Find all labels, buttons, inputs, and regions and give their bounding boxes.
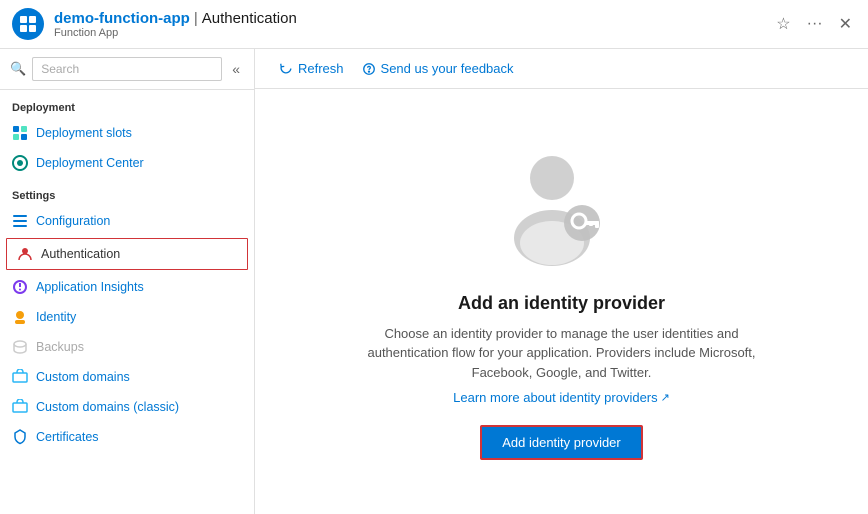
application-insights-icon — [12, 279, 28, 295]
sidebar-item-deployment-slots[interactable]: Deployment slots — [0, 118, 254, 148]
sidebar-item-label: Backups — [36, 340, 84, 354]
sidebar-item-deployment-center[interactable]: Deployment Center — [0, 148, 254, 178]
configuration-icon — [12, 213, 28, 229]
app-name: demo-function-app — [54, 10, 190, 27]
more-button[interactable]: ··· — [803, 13, 827, 35]
deployment-slots-icon — [12, 125, 28, 141]
section-label-settings: Settings — [0, 178, 254, 206]
custom-domains-classic-icon — [12, 399, 28, 415]
sidebar-item-certificates[interactable]: Certificates — [0, 422, 254, 452]
identity-icon — [12, 309, 28, 325]
main-description: Choose an identity provider to manage th… — [352, 324, 772, 383]
sidebar-item-application-insights[interactable]: Application Insights — [0, 272, 254, 302]
sidebar-item-label: Deployment Center — [36, 156, 144, 170]
external-link-icon: ↗ — [661, 391, 670, 404]
sidebar-item-label: Certificates — [36, 430, 99, 444]
sidebar: 🔍 « Deployment Deployment slots Deployme… — [0, 49, 255, 514]
refresh-button[interactable]: Refresh — [271, 57, 352, 80]
sidebar-item-configuration[interactable]: Configuration — [0, 206, 254, 236]
authentication-icon — [17, 246, 33, 262]
sidebar-item-custom-domains[interactable]: Custom domains — [0, 362, 254, 392]
section-label-deployment: Deployment — [0, 90, 254, 118]
feedback-button[interactable]: Send us your feedback — [354, 57, 522, 80]
sidebar-scroll: Deployment Deployment slots Deployment C… — [0, 90, 254, 514]
sidebar-item-authentication-wrapper: Authentication — [6, 238, 248, 270]
close-button[interactable]: ✕ — [835, 12, 856, 36]
learn-more-text: Learn more about identity providers — [453, 390, 658, 405]
deployment-center-icon — [12, 155, 28, 171]
main-layout: 🔍 « Deployment Deployment slots Deployme… — [0, 49, 868, 514]
title-block: demo-function-app | Authentication Funct… — [54, 10, 297, 39]
content-toolbar: Refresh Send us your feedback — [255, 49, 868, 89]
title-bar: demo-function-app | Authentication Funct… — [0, 0, 868, 49]
app-subtitle: Function App — [54, 27, 297, 39]
sidebar-item-label: Application Insights — [36, 280, 144, 294]
sidebar-search-bar: 🔍 « — [0, 49, 254, 90]
refresh-icon — [279, 62, 293, 76]
add-identity-provider-button[interactable]: Add identity provider — [480, 425, 643, 460]
illustration — [497, 143, 627, 273]
page-title: Authentication — [202, 10, 297, 27]
certificates-icon — [12, 429, 28, 445]
feedback-icon — [362, 62, 376, 76]
custom-domains-icon — [12, 369, 28, 385]
app-avatar — [12, 8, 44, 40]
content-area: Refresh Send us your feedback — [255, 49, 868, 514]
sidebar-item-label: Custom domains — [36, 370, 130, 384]
backups-icon — [12, 339, 28, 355]
sidebar-item-authentication[interactable]: Authentication — [7, 239, 247, 269]
search-input[interactable] — [32, 57, 222, 81]
refresh-label: Refresh — [298, 61, 344, 76]
sidebar-item-identity[interactable]: Identity — [0, 302, 254, 332]
sidebar-item-label: Deployment slots — [36, 126, 132, 140]
sidebar-item-label: Authentication — [41, 247, 120, 261]
sidebar-item-label: Custom domains (classic) — [36, 400, 179, 414]
main-heading: Add an identity provider — [458, 293, 665, 314]
title-divider: | — [194, 10, 198, 27]
learn-more-link[interactable]: Learn more about identity providers ↗ — [453, 390, 670, 405]
content-body: Add an identity provider Choose an ident… — [255, 89, 868, 514]
sidebar-item-custom-domains-classic[interactable]: Custom domains (classic) — [0, 392, 254, 422]
feedback-label: Send us your feedback — [381, 61, 514, 76]
sidebar-item-backups[interactable]: Backups — [0, 332, 254, 362]
title-bar-actions: ☆ ··· ✕ — [772, 12, 856, 36]
sidebar-collapse-button[interactable]: « — [228, 57, 244, 81]
search-icon: 🔍 — [10, 61, 26, 77]
favorite-button[interactable]: ☆ — [772, 12, 794, 36]
sidebar-item-label: Configuration — [36, 214, 110, 228]
sidebar-item-label: Identity — [36, 310, 76, 324]
